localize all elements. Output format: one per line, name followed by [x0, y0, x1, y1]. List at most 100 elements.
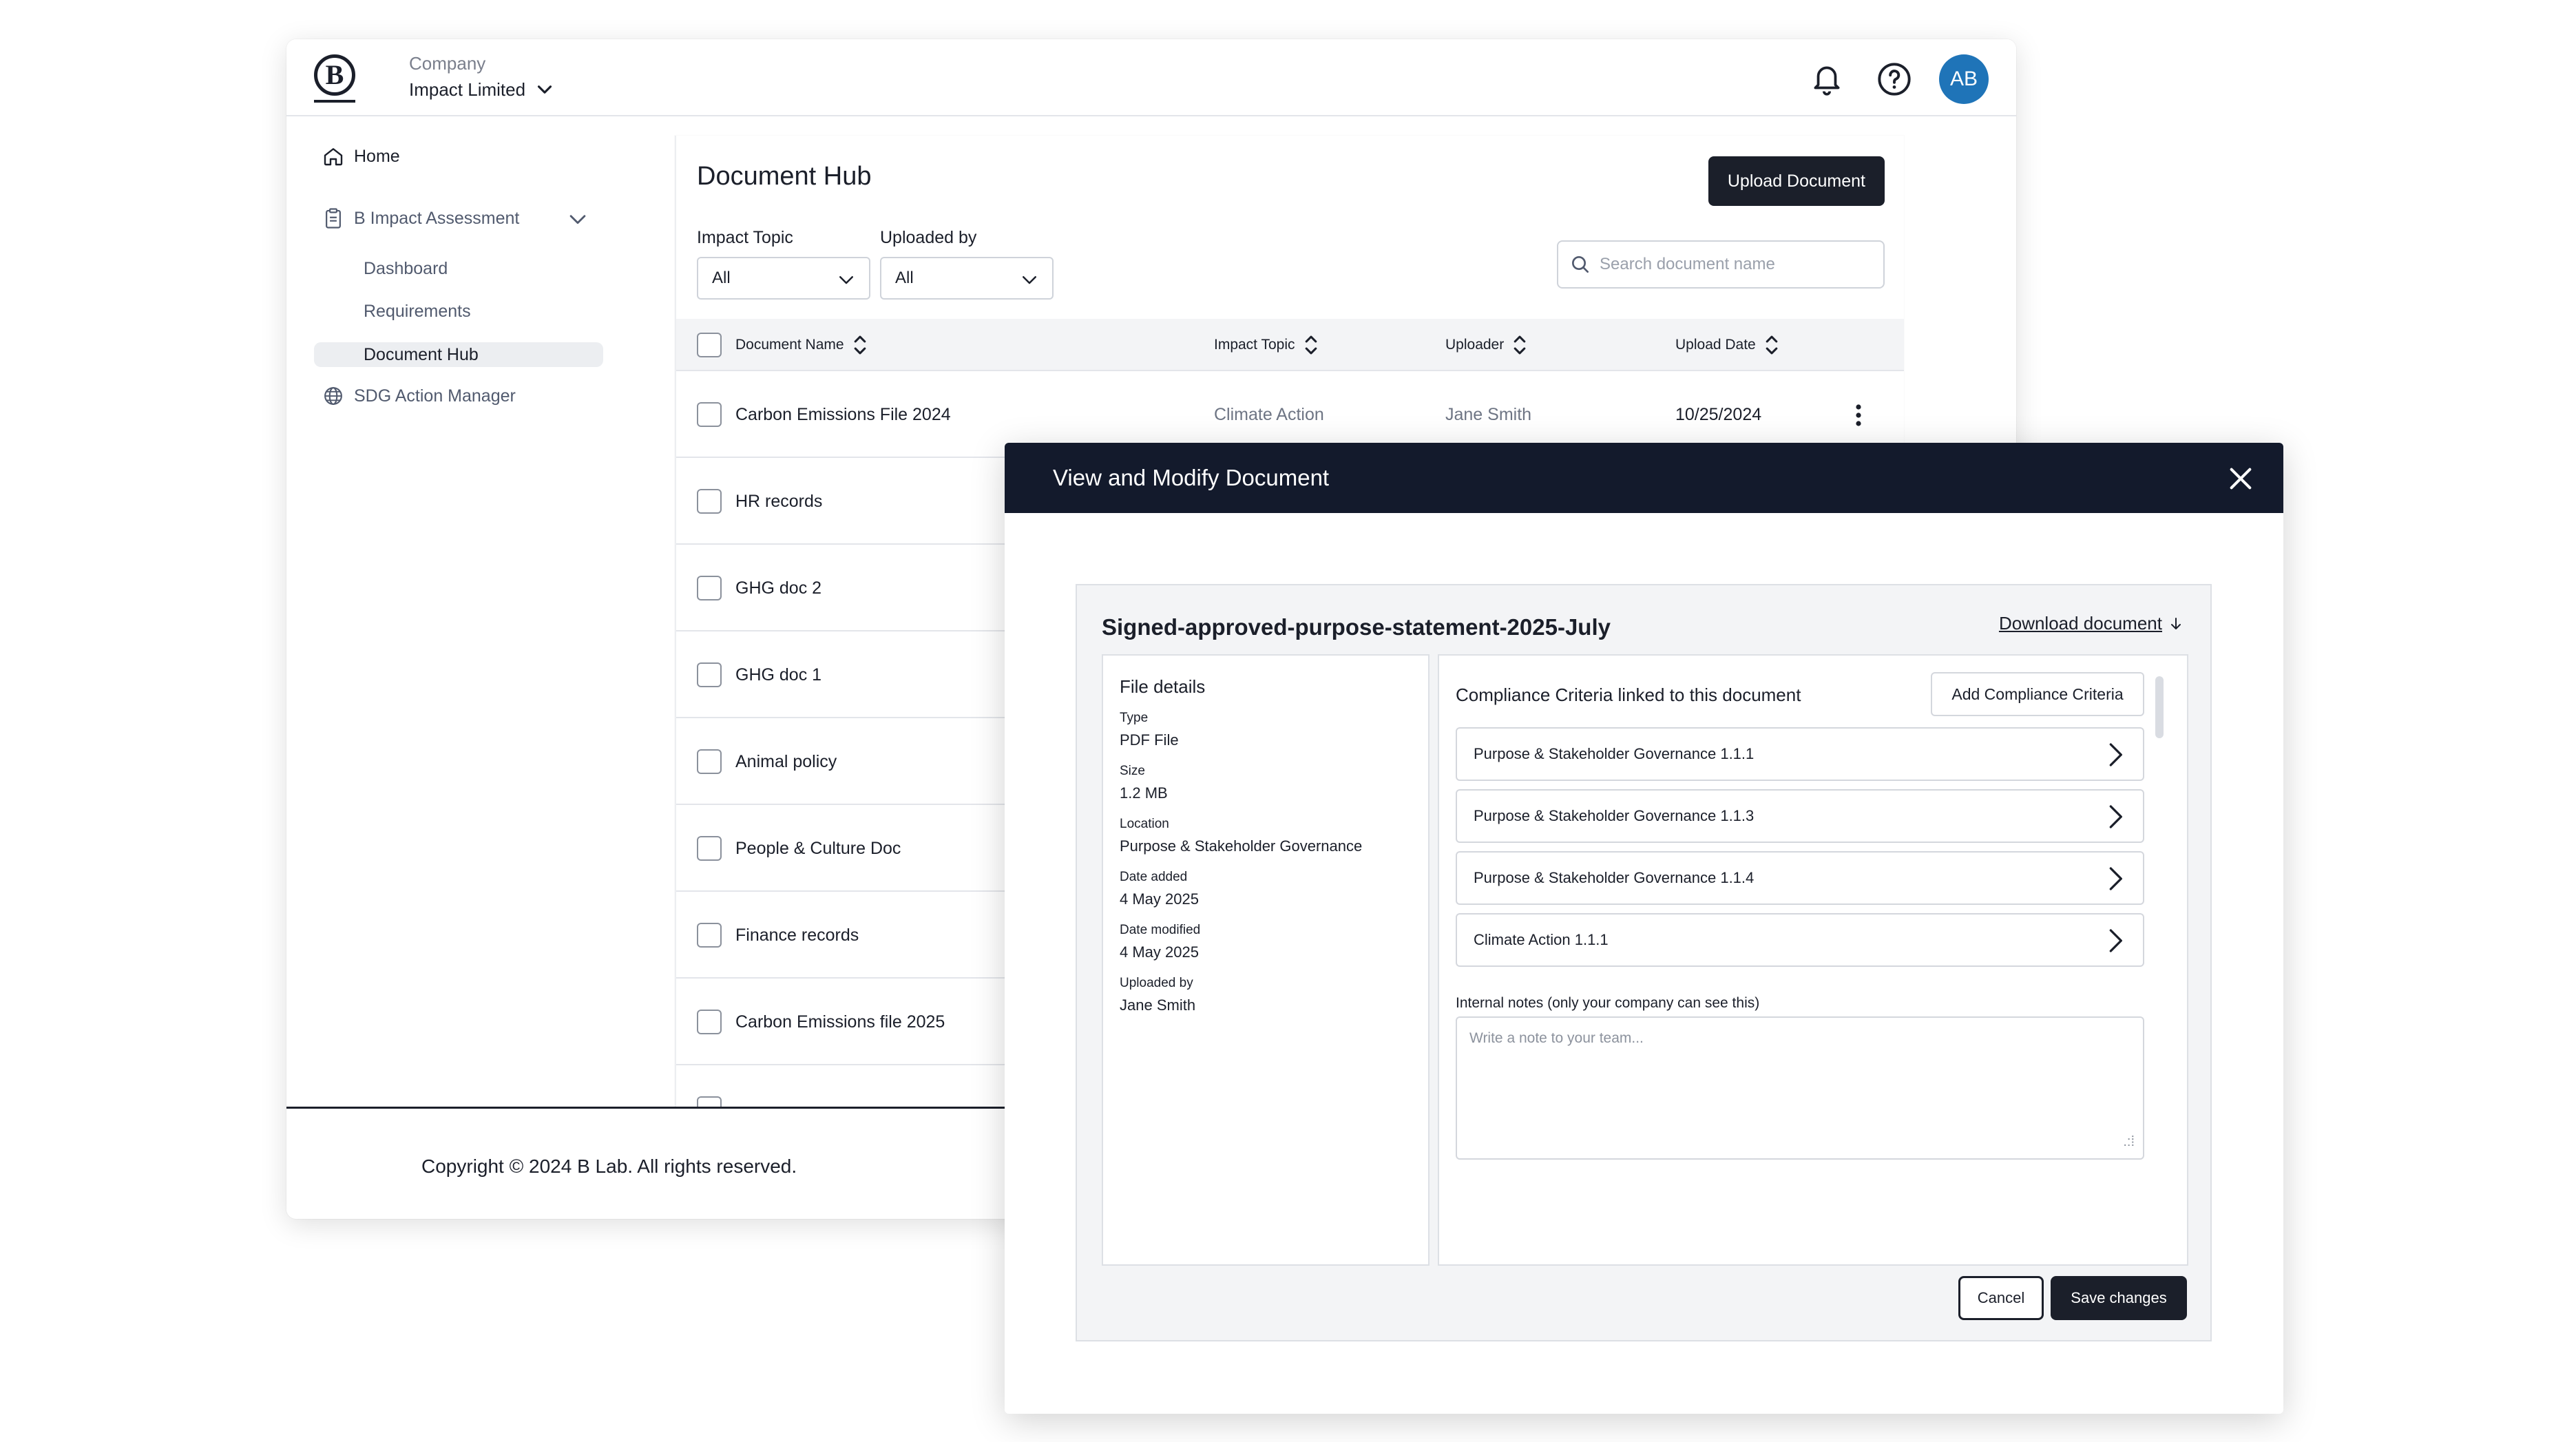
home-icon: [321, 144, 346, 169]
sidebar-item-dashboard[interactable]: Dashboard: [314, 247, 603, 290]
scrollbar[interactable]: [2155, 676, 2164, 738]
chevron-down-icon: [1023, 276, 1036, 284]
column-label: Upload Date: [1675, 337, 1756, 353]
sidebar: Home B Impact Assessment Dashboard Requi…: [314, 136, 603, 417]
arrow-down-icon: [2171, 617, 2181, 629]
uploaded-by-value: All: [895, 269, 914, 287]
cancel-button[interactable]: Cancel: [1958, 1276, 2044, 1320]
sidebar-item-label: Home: [354, 146, 400, 166]
sort-icon: [854, 335, 866, 355]
column-header-date[interactable]: Upload Date: [1675, 319, 1779, 371]
row-checkbox[interactable]: [697, 923, 722, 948]
sidebar-item-document-hub[interactable]: Document Hub: [314, 342, 603, 367]
select-all-checkbox[interactable]: [697, 333, 722, 357]
sort-icon: [1514, 335, 1526, 355]
row-checkbox[interactable]: [697, 489, 722, 514]
detail-key: Date modified: [1120, 923, 1201, 937]
row-checkbox[interactable]: [697, 1010, 722, 1034]
document-name[interactable]: Carbon Emissions File 2024: [735, 371, 951, 458]
search-input[interactable]: Search document name: [1557, 240, 1885, 289]
internal-notes-textarea[interactable]: Write a note to your team... .:⁞: [1456, 1016, 2144, 1160]
sidebar-item-assessment[interactable]: B Impact Assessment: [314, 198, 603, 239]
sidebar-item-sdg[interactable]: SDG Action Manager: [314, 375, 603, 417]
compliance-item[interactable]: Purpose & Stakeholder Governance 1.1.4: [1456, 851, 2144, 905]
search-icon: [1572, 256, 1589, 273]
compliance-heading: Compliance Criteria linked to this docum…: [1456, 685, 1801, 705]
page-title: Document Hub: [697, 162, 872, 191]
document-name[interactable]: GHG doc 2: [735, 545, 821, 631]
close-icon[interactable]: [2227, 465, 2254, 492]
sidebar-item-label: B Impact Assessment: [354, 208, 520, 228]
column-header-name[interactable]: Document Name: [735, 319, 868, 371]
avatar[interactable]: AB: [1939, 54, 1989, 104]
detail-key: Uploaded by: [1120, 976, 1193, 990]
document-name[interactable]: GHG doc 1: [735, 631, 821, 718]
internal-notes-label: Internal notes (only your company can se…: [1456, 995, 1760, 1011]
chevron-right-icon: [2109, 805, 2122, 828]
document-name[interactable]: Carbon Emissions file 2025: [735, 979, 945, 1065]
upload-document-button[interactable]: Upload Document: [1708, 156, 1885, 206]
top-bar: B Company Impact Limited AB: [286, 39, 2016, 116]
file-detail-date-added: Date added 4 May 2025: [1120, 870, 1199, 908]
uploaded-by-label: Uploaded by: [880, 228, 977, 247]
impact-topic-select[interactable]: All: [697, 257, 870, 300]
download-document-link[interactable]: Download document: [1999, 613, 2184, 634]
detail-value: Purpose & Stakeholder Governance: [1120, 837, 1363, 855]
detail-key: Date added: [1120, 870, 1188, 884]
compliance-item[interactable]: Purpose & Stakeholder Governance 1.1.3: [1456, 789, 2144, 843]
resize-handle-icon[interactable]: .:⁞: [2123, 1134, 2135, 1150]
row-checkbox[interactable]: [697, 576, 722, 600]
impact-topic-label: Impact Topic: [697, 228, 793, 247]
column-header-uploader[interactable]: Uploader: [1445, 319, 1527, 371]
b-lab-logo[interactable]: B: [314, 54, 355, 96]
document-name[interactable]: People & Culture Doc: [735, 805, 901, 892]
chevron-right-icon: [2109, 867, 2122, 890]
uploaded-by-select[interactable]: All: [880, 257, 1054, 300]
detail-value: Jane Smith: [1120, 996, 1196, 1014]
file-details-heading: File details: [1120, 676, 1206, 697]
sidebar-item-label: SDG Action Manager: [354, 386, 516, 406]
compliance-item[interactable]: Climate Action 1.1.1: [1456, 913, 2144, 967]
add-compliance-criteria-button[interactable]: Add Compliance Criteria: [1931, 672, 2144, 716]
top-icons: AB: [1804, 54, 1989, 104]
help-icon[interactable]: [1872, 56, 1917, 102]
compliance-item-label: Climate Action 1.1.1: [1474, 931, 1609, 948]
document-panel: Signed-approved-purpose-statement-2025-J…: [1076, 584, 2212, 1341]
row-checkbox[interactable]: [697, 402, 722, 427]
row-checkbox[interactable]: [697, 749, 722, 774]
logo-underline: [314, 100, 355, 103]
file-detail-type: Type PDF File: [1120, 711, 1179, 749]
document-name[interactable]: HR records: [735, 458, 822, 545]
more-vertical-icon[interactable]: [1852, 401, 1865, 429]
globe-icon: [321, 384, 346, 408]
sidebar-item-requirements[interactable]: Requirements: [314, 290, 603, 333]
view-modify-document-modal: View and Modify Document Signed-approved…: [1005, 443, 2283, 1414]
sort-icon: [1305, 335, 1317, 355]
document-name[interactable]: Animal policy: [735, 718, 837, 805]
file-detail-size: Size 1.2 MB: [1120, 764, 1168, 802]
bell-icon[interactable]: [1804, 56, 1850, 102]
save-changes-button[interactable]: Save changes: [2051, 1276, 2187, 1320]
column-header-topic[interactable]: Impact Topic: [1214, 319, 1319, 371]
modal-header: View and Modify Document: [1005, 443, 2283, 513]
file-detail-date-modified: Date modified 4 May 2025: [1120, 923, 1200, 961]
file-detail-uploaded-by: Uploaded by Jane Smith: [1120, 976, 1195, 1014]
column-label: Document Name: [735, 337, 844, 353]
chevron-down-icon[interactable]: [533, 78, 556, 101]
company-name[interactable]: Impact Limited: [409, 79, 525, 101]
chevron-down-icon[interactable]: [566, 207, 589, 231]
document-name[interactable]: Finance records: [735, 892, 859, 979]
chevron-down-icon: [839, 276, 853, 284]
detail-key: Size: [1120, 764, 1145, 778]
copyright-text: Copyright © 2024 B Lab. All rights reser…: [421, 1156, 797, 1177]
table-header: Document Name Impact Topic Uploader Uplo…: [676, 319, 1904, 371]
file-detail-location: Location Purpose & Stakeholder Governanc…: [1120, 817, 1362, 855]
notes-placeholder: Write a note to your team...: [1469, 1030, 1644, 1046]
compliance-item[interactable]: Purpose & Stakeholder Governance 1.1.1: [1456, 727, 2144, 781]
detail-value: PDF File: [1120, 731, 1179, 749]
sidebar-item-home[interactable]: Home: [314, 136, 603, 177]
impact-topic-value: All: [712, 269, 731, 287]
row-checkbox[interactable]: [697, 662, 722, 687]
row-checkbox[interactable]: [697, 836, 722, 861]
sort-icon: [1766, 335, 1778, 355]
